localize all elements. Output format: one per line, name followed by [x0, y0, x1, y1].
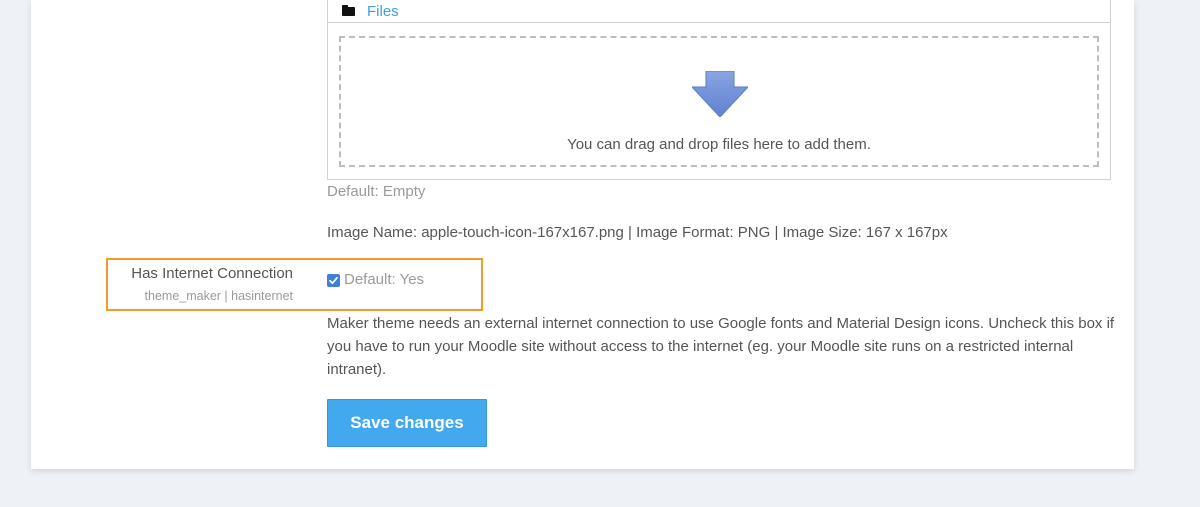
has-internet-checkbox[interactable] [327, 274, 340, 287]
default-yes-text: Default: Yes [344, 271, 425, 288]
file-picker-header: Files [328, 0, 1110, 23]
file-picker: Files You can drag and drop files here t… [327, 0, 1111, 180]
files-link[interactable]: Files [367, 3, 399, 20]
save-changes-button[interactable]: Save changes [327, 399, 487, 447]
download-arrow-icon [692, 71, 748, 117]
setting-sub-label: theme_maker | hasinternet [144, 289, 293, 303]
dropzone-text: You can drag and drop files here to add … [567, 136, 871, 153]
checkmark-icon [329, 276, 338, 285]
setting-label: Has Internet Connection [131, 265, 293, 282]
default-empty-text: Default: Empty [327, 183, 426, 200]
image-info-text: Image Name: apple-touch-icon-167x167.png… [327, 224, 948, 241]
setting-description: Maker theme needs an external internet c… [327, 315, 1115, 378]
folder-icon [342, 5, 355, 17]
settings-card: Files You can drag and drop files here t… [31, 0, 1134, 469]
file-dropzone[interactable]: You can drag and drop files here to add … [339, 36, 1099, 167]
